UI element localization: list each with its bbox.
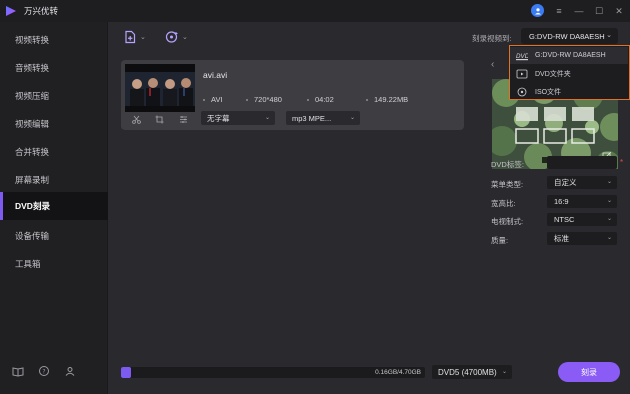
title-bar: 万兴优转 ≡ — ☐ ✕ <box>0 0 630 22</box>
audio-track-select[interactable]: mp3 MPE... ⌄ <box>286 111 360 125</box>
account-icon[interactable] <box>64 365 76 377</box>
burn-target-option-iso-label: ISO文件 <box>535 88 562 96</box>
burn-target-option-folder[interactable]: DVD文件夹 <box>510 65 628 82</box>
iso-disc-icon <box>517 87 527 96</box>
menu-type-value: 自定义 <box>554 178 577 187</box>
burn-target-option-iso[interactable]: ISO文件 <box>510 83 628 100</box>
sidebar: 视频转换 音频转换 视频压缩 视频编辑 合并转换 屏幕录制 DVD刻录 设备传输… <box>0 22 108 394</box>
load-disc-icon <box>165 31 178 43</box>
close-icon[interactable]: ✕ <box>614 6 624 16</box>
add-file-button[interactable]: ⌄ <box>123 30 146 44</box>
menu-type-label: 菜单类型: <box>491 180 524 189</box>
previous-template-icon[interactable]: ‹ <box>491 59 494 70</box>
main-area: ⌄ ⌄ 刻录视频到: G:DVD-RW DA8AESH ⌄ avi.avi AV… <box>109 22 630 394</box>
file-duration: 04:02 <box>307 95 334 104</box>
app-title: 万兴优转 <box>24 6 59 16</box>
sidebar-item-video-compress[interactable]: 视频压缩 <box>0 82 108 110</box>
sidebar-item-video-edit[interactable]: 视频编辑 <box>0 110 108 138</box>
dvd-label-label: DVD标签: <box>491 160 524 169</box>
burn-target-option-drive[interactable]: DVD G:DVD-RW DA8AESH <box>510 47 628 64</box>
minimize-icon[interactable]: — <box>574 6 584 16</box>
dvd-drive-icon: DVD <box>516 53 528 60</box>
help-icon[interactable]: ? <box>38 365 50 377</box>
file-name: avi.avi <box>203 70 228 80</box>
disc-type-select[interactable]: DVD5 (4700MB) ⌄ <box>432 365 512 379</box>
chevron-down-icon: ⌄ <box>501 369 507 375</box>
sidebar-item-audio-convert[interactable]: 音频转换 <box>0 54 108 82</box>
sidebar-item-video-convert[interactable]: 视频转换 <box>0 26 108 54</box>
file-resolution: 720*480 <box>246 95 282 104</box>
chevron-down-icon: ⌄ <box>264 115 270 121</box>
aspect-ratio-select[interactable]: 16:9 ⌄ <box>547 195 617 208</box>
burn-target-dropdown: DVD G:DVD-RW DA8AESH DVD文件夹 ISO文件 <box>509 45 630 100</box>
chevron-down-icon: ⌄ <box>606 32 612 39</box>
chevron-down-icon: ⌄ <box>349 115 355 121</box>
sidebar-item-device-transfer[interactable]: 设备传输 <box>0 222 108 250</box>
quality-select[interactable]: 标准 ⌄ <box>547 232 617 245</box>
bottom-bar: 0.16GB/4.70GB DVD5 (4700MB) ⌄ 刻录 <box>109 355 630 394</box>
trim-icon[interactable] <box>132 115 141 124</box>
add-file-icon <box>125 30 136 44</box>
burn-to-label: 刻录视频到: <box>472 34 512 43</box>
crop-icon[interactable] <box>155 115 164 124</box>
sidebar-item-merge[interactable]: 合并转换 <box>0 138 108 166</box>
menu-icon[interactable]: ≡ <box>554 6 564 16</box>
disc-type-value: DVD5 (4700MB) <box>438 367 497 377</box>
book-icon[interactable] <box>12 365 24 377</box>
chevron-down-icon: ⌄ <box>606 198 612 204</box>
aspect-ratio-label: 宽高比: <box>491 199 516 208</box>
disc-capacity-text: 0.16GB/4.70GB <box>375 369 421 376</box>
quality-label: 质量: <box>491 236 509 245</box>
subtitle-select[interactable]: 无字幕 ⌄ <box>201 111 275 125</box>
burn-target-select[interactable]: G:DVD-RW DA8AESH ⌄ <box>521 28 618 44</box>
disc-capacity-fill <box>121 367 132 378</box>
file-card[interactable]: avi.avi AVI 720*480 04:02 149.22MB 无字幕 ⌄… <box>121 60 464 130</box>
chevron-down-icon: ⌄ <box>606 216 612 222</box>
chevron-down-icon: ⌄ <box>140 34 146 41</box>
chevron-down-icon: ⌄ <box>606 179 612 185</box>
file-size: 149.22MB <box>366 95 408 104</box>
burn-target-value: G:DVD-RW DA8AESH <box>529 31 605 41</box>
sidebar-item-toolbox[interactable]: 工具箱 <box>0 250 108 278</box>
chevron-down-icon: ⌄ <box>182 34 188 41</box>
menu-type-select[interactable]: 自定义 ⌄ <box>547 176 617 189</box>
app-logo-icon <box>6 6 16 16</box>
dvd-label-input[interactable] <box>547 156 617 169</box>
chevron-down-icon: ⌄ <box>606 235 612 241</box>
user-icon[interactable] <box>531 4 544 17</box>
sidebar-item-screen-record[interactable]: 屏幕录制 <box>0 166 108 194</box>
maximize-icon[interactable]: ☐ <box>594 6 604 16</box>
aspect-ratio-value: 16:9 <box>554 197 569 206</box>
svg-text:?: ? <box>42 369 45 376</box>
tv-standard-select[interactable]: NTSC ⌄ <box>547 213 617 226</box>
burn-button[interactable]: 刻录 <box>558 362 620 382</box>
video-thumbnail[interactable] <box>125 64 195 112</box>
tv-standard-label: 电视制式: <box>491 217 524 226</box>
tv-standard-value: NTSC <box>554 215 575 224</box>
sidebar-item-dvd-burn[interactable]: DVD刻录 <box>0 192 108 220</box>
folder-play-icon <box>516 69 528 78</box>
disc-capacity-bar: 0.16GB/4.70GB <box>121 367 425 378</box>
audio-track-value: mp3 MPE... <box>292 113 332 123</box>
subtitle-select-value: 无字幕 <box>207 113 230 123</box>
burn-target-option-folder-label: DVD文件夹 <box>535 70 571 78</box>
effects-icon[interactable] <box>179 115 188 124</box>
required-marker: * <box>620 158 624 167</box>
quality-value: 标准 <box>554 234 569 243</box>
burn-target-option-drive-label: G:DVD-RW DA8AESH <box>535 52 606 59</box>
file-format: AVI <box>203 95 223 104</box>
svg-text:DVD: DVD <box>516 53 528 60</box>
load-disc-button[interactable]: ⌄ <box>165 30 188 44</box>
